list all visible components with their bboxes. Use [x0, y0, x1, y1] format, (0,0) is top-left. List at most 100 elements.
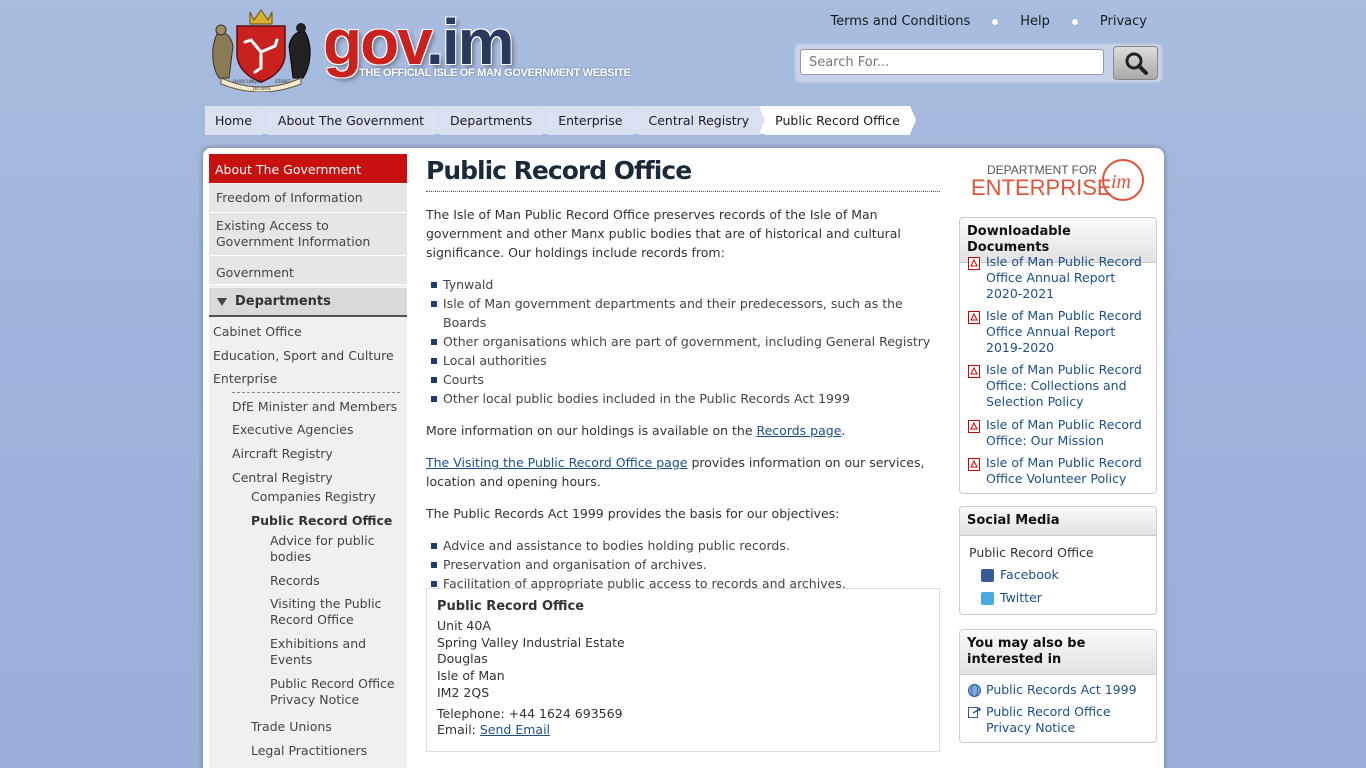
- related-link[interactable]: Public Record Office Privacy Notice: [986, 704, 1146, 736]
- page-title: Public Record Office: [426, 154, 940, 192]
- pdf-icon: [968, 365, 980, 378]
- more-info-text: More information on our holdings is avai…: [426, 423, 757, 438]
- motto-bottom: JECERIS: [252, 86, 271, 92]
- search-button[interactable]: [1113, 46, 1158, 80]
- twitter-icon: [981, 592, 994, 605]
- nav-trade-unions[interactable]: Trade Unions: [251, 719, 332, 735]
- separator-dot: [992, 18, 999, 25]
- facebook-link[interactable]: Facebook: [1000, 567, 1059, 582]
- nav-dfe-minister[interactable]: DfE Minister and Members: [232, 399, 397, 415]
- logo-wordmark: gov.im: [323, 10, 515, 74]
- nav-departments-label: Departments: [235, 294, 331, 309]
- dept-logo-mark: im: [1111, 171, 1131, 193]
- logo-tagline: THE OFFICIAL ISLE OF MAN GOVERNMENT WEBS…: [359, 67, 631, 79]
- list-item: Tynwald: [426, 275, 940, 294]
- list-item: Other local public bodies included in th…: [426, 389, 940, 408]
- more-info-paragraph: More information on our holdings is avai…: [426, 421, 940, 440]
- list-item: Advice and assistance to bodies holding …: [426, 536, 940, 555]
- nav-enterprise[interactable]: Enterprise: [213, 371, 277, 387]
- twitter-link[interactable]: Twitter: [1000, 590, 1042, 605]
- downloads-box: Downloadable Documents Isle of Man Publi…: [959, 217, 1157, 494]
- social-media-title: Social Media: [960, 507, 1156, 536]
- pdf-icon: [968, 257, 980, 270]
- help-link[interactable]: Help: [1020, 14, 1050, 29]
- nav-departments-header[interactable]: Departments: [209, 288, 407, 317]
- download-link[interactable]: Isle of Man Public Record Office Annual …: [986, 254, 1146, 302]
- related-link[interactable]: Public Records Act 1999: [986, 682, 1146, 698]
- pdf-icon: [968, 311, 980, 324]
- nav-companies-registry[interactable]: Companies Registry: [251, 489, 376, 505]
- pdf-icon: [968, 420, 980, 433]
- social-media-box: Social Media Public Record Office Facebo…: [959, 506, 1157, 615]
- nav-privacy-notice[interactable]: Public Record Office Privacy Notice: [270, 676, 400, 708]
- nav-legal-practitioners[interactable]: Legal Practitioners: [251, 743, 367, 759]
- visiting-paragraph: The Visiting the Public Record Office pa…: [426, 453, 940, 491]
- nav-public-record-office[interactable]: Public Record Office: [251, 513, 392, 529]
- breadcrumb-departments[interactable]: Departments: [434, 106, 549, 135]
- breadcrumb-central-registry[interactable]: Central Registry: [632, 106, 765, 135]
- top-links: Terms and Conditions Help Privacy: [830, 14, 1147, 29]
- list-item: Courts: [426, 370, 940, 389]
- related-box: You may also be interested in Public Rec…: [959, 629, 1157, 743]
- nav-central-registry[interactable]: Central Registry: [232, 470, 333, 486]
- download-link[interactable]: Isle of Man Public Record Office: Our Mi…: [986, 417, 1146, 449]
- objectives-list: Advice and assistance to bodies holding …: [426, 536, 940, 593]
- list-item: Isle of Man government departments and t…: [426, 294, 940, 332]
- nav-item-foi[interactable]: Freedom of Information: [209, 184, 407, 213]
- visiting-page-link[interactable]: The Visiting the Public Record Office pa…: [426, 455, 687, 470]
- holdings-list: Tynwald Isle of Man government departmen…: [426, 275, 940, 408]
- nav-section-head[interactable]: About The Government: [209, 154, 407, 183]
- motto-left: QUOCUNQUE: [233, 79, 263, 85]
- dept-logo-main: ENTERPRISE: [971, 175, 1112, 200]
- search-input[interactable]: [800, 49, 1104, 75]
- site-logo[interactable]: QUOCUNQUE STABIT JECERIS gov.im THE OFFI…: [207, 6, 637, 92]
- nav-advice-public-bodies[interactable]: Advice for public bodies: [270, 533, 390, 565]
- download-link[interactable]: Isle of Man Public Record Office: Collec…: [986, 362, 1146, 410]
- contact-telephone: Telephone: +44 1624 693569: [437, 705, 623, 721]
- download-link[interactable]: Isle of Man Public Record Office Annual …: [986, 308, 1146, 356]
- coat-of-arms-icon: QUOCUNQUE STABIT JECERIS: [212, 9, 311, 92]
- address-line: Isle of Man: [437, 668, 505, 684]
- address-line: Spring Valley Industrial Estate: [437, 634, 625, 650]
- search-icon: [1125, 52, 1148, 75]
- more-info-end: .: [841, 423, 846, 438]
- breadcrumb-about-government[interactable]: About The Government: [261, 106, 441, 135]
- address-line: Douglas: [437, 651, 488, 667]
- list-item: Other organisations which are part of go…: [426, 332, 940, 351]
- nav-visiting[interactable]: Visiting the Public Record Office: [270, 596, 390, 628]
- breadcrumb: Home About The Government Departments En…: [205, 106, 916, 135]
- privacy-link[interactable]: Privacy: [1100, 14, 1147, 29]
- breadcrumb-current: Public Record Office: [759, 106, 916, 135]
- breadcrumb-home[interactable]: Home: [205, 106, 268, 135]
- contact-address-box: Public Record Office Unit 40A Spring Val…: [426, 588, 940, 752]
- email-label: Email:: [437, 722, 480, 738]
- social-label: Public Record Office: [969, 545, 1094, 560]
- nav-aircraft-registry[interactable]: Aircraft Registry: [232, 446, 333, 462]
- department-for-enterprise-logo[interactable]: DEPARTMENT FOR ENTERPRISE im: [971, 155, 1147, 205]
- intro-paragraph: The Isle of Man Public Record Office pre…: [426, 207, 901, 260]
- nav-records[interactable]: Records: [270, 573, 320, 589]
- facebook-icon: [981, 569, 994, 582]
- nav-item-existing-access[interactable]: Existing Access to Government Informatio…: [209, 213, 407, 256]
- breadcrumb-enterprise[interactable]: Enterprise: [542, 106, 639, 135]
- records-page-link[interactable]: Records page: [756, 423, 841, 438]
- nav-item-government[interactable]: Government: [209, 256, 407, 285]
- motto-right: STABIT: [275, 79, 291, 85]
- page-link-icon: [968, 707, 981, 718]
- address-line: IM2 2QS: [437, 684, 490, 700]
- terms-link[interactable]: Terms and Conditions: [830, 14, 970, 29]
- list-item: Local authorities: [426, 351, 940, 370]
- nav-executive-agencies[interactable]: Executive Agencies: [232, 422, 353, 438]
- pdf-icon: [968, 458, 980, 471]
- globe-icon: [968, 684, 981, 697]
- nav-exhibitions[interactable]: Exhibitions and Events: [270, 636, 390, 668]
- separator-dot: [1071, 18, 1078, 25]
- nav-cabinet-office[interactable]: Cabinet Office: [213, 324, 302, 340]
- download-link[interactable]: Isle of Man Public Record Office Volunte…: [986, 455, 1146, 487]
- contact-name: Public Record Office: [437, 599, 585, 614]
- related-title: You may also be interested in: [960, 630, 1156, 675]
- search-bar: [794, 43, 1163, 83]
- main-content: Public Record Office The Isle of Man Pub…: [426, 154, 940, 593]
- send-email-link[interactable]: Send Email: [480, 722, 550, 737]
- nav-education[interactable]: Education, Sport and Culture: [213, 348, 394, 364]
